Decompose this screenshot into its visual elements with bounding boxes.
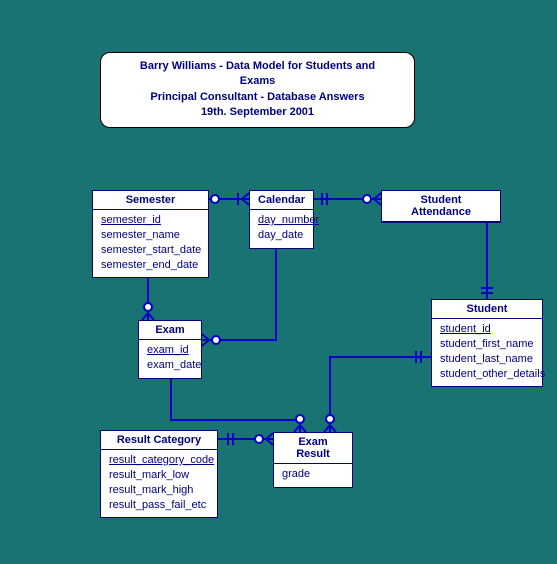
attr: result_pass_fail_etc: [109, 498, 209, 513]
entity-body: day_number day_date: [250, 210, 313, 248]
attr: exam_date: [147, 358, 193, 373]
attr: semester_end_date: [101, 258, 200, 273]
attr: semester_name: [101, 228, 200, 243]
attr: result_mark_low: [109, 468, 209, 483]
entity-header: Student Attendance: [382, 191, 500, 222]
attr-pk: exam_id: [147, 343, 193, 358]
diagram-title-box: Barry Williams - Data Model for Students…: [100, 52, 415, 128]
entity-body: student_id student_first_name student_la…: [432, 319, 542, 386]
title-line-1: Barry Williams - Data Model for Students…: [121, 59, 394, 90]
entity-header: Exam: [139, 321, 201, 340]
attr-pk: student_id: [440, 322, 534, 337]
attr-pk: day_number: [258, 213, 305, 228]
entity-header: Semester: [93, 191, 208, 210]
attr: grade: [282, 467, 344, 482]
entity-calendar: Calendar day_number day_date: [249, 190, 314, 249]
entity-exam: Exam exam_id exam_date: [138, 320, 202, 379]
entity-student: Student student_id student_first_name st…: [431, 299, 543, 387]
entity-body: exam_id exam_date: [139, 340, 201, 378]
attr-pk: result_category_code: [109, 453, 209, 468]
title-line-2: Principal Consultant - Database Answers: [121, 90, 394, 105]
entity-body: result_category_code result_mark_low res…: [101, 450, 217, 517]
attr: student_first_name: [440, 337, 534, 352]
attr: result_mark_high: [109, 483, 209, 498]
entity-header: Calendar: [250, 191, 313, 210]
attr: semester_start_date: [101, 243, 200, 258]
entity-header: Exam Result: [274, 433, 352, 464]
entity-result-category: Result Category result_category_code res…: [100, 430, 218, 518]
entity-student-attendance: Student Attendance: [381, 190, 501, 223]
entity-exam-result: Exam Result grade: [273, 432, 353, 488]
entity-body: grade: [274, 464, 352, 487]
entity-header: Result Category: [101, 431, 217, 450]
attr: student_last_name: [440, 352, 534, 367]
title-line-3: 19th. September 2001: [121, 105, 394, 120]
entity-body: semester_id semester_name semester_start…: [93, 210, 208, 277]
attr: student_other_details: [440, 367, 534, 382]
attr-pk: semester_id: [101, 213, 200, 228]
attr: day_date: [258, 228, 305, 243]
entity-semester: Semester semester_id semester_name semes…: [92, 190, 209, 278]
entity-header: Student: [432, 300, 542, 319]
